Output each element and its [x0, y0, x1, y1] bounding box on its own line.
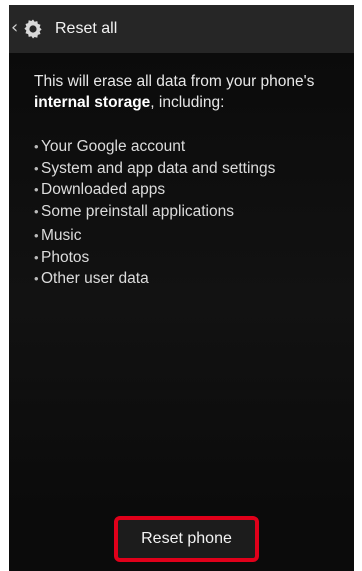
list-item-label: Music	[41, 227, 82, 244]
bullet-icon: •	[34, 182, 39, 197]
list-item: • Music	[34, 225, 344, 247]
message-suffix: , including:	[150, 94, 225, 111]
message-emphasis: internal storage	[34, 94, 151, 111]
list-item: • Downloaded apps	[34, 179, 344, 201]
bullet-icon: •	[34, 203, 39, 219]
bullet-icon: •	[34, 271, 39, 286]
bullet-icon: •	[34, 228, 39, 243]
action-bar: ‹ Reset all	[9, 5, 354, 54]
erase-items-list: • Your Google account • System and app dat…	[34, 136, 344, 290]
list-item: • Other user data	[34, 268, 344, 290]
list-item-label: Your Google account	[41, 138, 186, 155]
reset-phone-button[interactable]: Reset phone	[114, 516, 259, 562]
page-title: Reset all	[55, 20, 118, 37]
list-item-label: Other user data	[41, 270, 149, 287]
message-prefix: This will erase all data from your phone…	[34, 73, 315, 90]
list-item: • Your Google account	[34, 136, 344, 158]
gear-icon[interactable]	[21, 17, 45, 41]
warning-message: This will erase all data from your phone…	[34, 71, 339, 113]
list-item-label: Some preinstall applications	[41, 202, 234, 220]
bullet-icon: •	[34, 139, 39, 154]
list-item-label: Photos	[41, 248, 90, 266]
back-caret-icon[interactable]: ‹	[11, 18, 19, 38]
list-item: • Photos	[34, 247, 344, 269]
content-area: This will erase all data from your phone…	[9, 53, 354, 508]
footer-bar: Reset phone	[9, 508, 354, 571]
phone-screen: ‹ Reset all This will erase all data fro…	[9, 5, 354, 571]
bullet-icon: •	[34, 160, 39, 176]
list-item: • Some preinstall applications	[34, 201, 344, 223]
list-item: • System and app data and settings	[34, 158, 344, 180]
list-item-label: System and app data and settings	[41, 159, 276, 177]
list-item-label: Downloaded apps	[41, 181, 166, 198]
bullet-icon: •	[34, 249, 39, 265]
